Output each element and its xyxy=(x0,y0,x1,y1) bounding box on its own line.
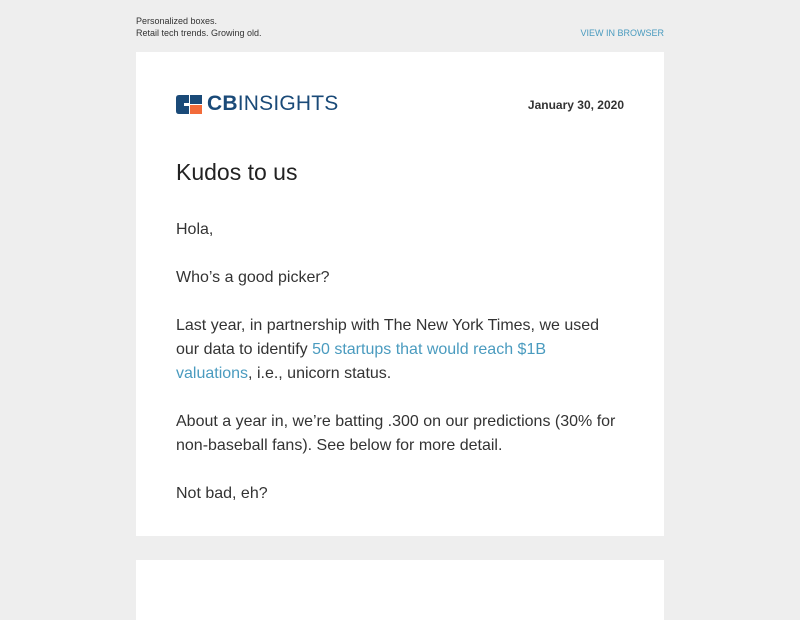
greeting-paragraph: Hola, xyxy=(176,221,214,238)
body-paragraph-1: Who’s a good picker? xyxy=(176,269,330,286)
preheader: Personalized boxes. Retail tech trends. … xyxy=(136,15,664,41)
body-paragraph-4: Not bad, eh? xyxy=(176,485,268,502)
next-section-card xyxy=(136,560,664,620)
cb-insights-logo-icon xyxy=(176,94,202,114)
article-body: Hola, Who’s a good picker? Last year, in… xyxy=(176,218,624,530)
preheader-text: Personalized boxes. Retail tech trends. … xyxy=(136,15,262,39)
email-card: CBINSIGHTS January 30, 2020 Kudos to us … xyxy=(136,52,664,536)
preheader-line-2: Retail tech trends. Growing old. xyxy=(136,28,262,38)
body-paragraph-3: About a year in, we’re batting .300 on o… xyxy=(176,413,616,454)
email-date: January 30, 2020 xyxy=(527,98,624,112)
body-paragraph-2: Last year, in partnership with The New Y… xyxy=(176,314,624,386)
cb-insights-logo[interactable]: CBINSIGHTS xyxy=(176,93,339,115)
view-in-browser-link[interactable]: VIEW IN BROWSER xyxy=(580,27,664,39)
paragraph-2-text-after: , i.e., unicorn status. xyxy=(248,365,392,382)
preheader-line-1: Personalized boxes. xyxy=(136,16,218,26)
article-title: Kudos to us xyxy=(176,159,298,185)
logo-insights-text: INSIGHTS xyxy=(237,92,339,115)
logo-cb-text: CB xyxy=(207,92,238,115)
logo-wordmark: CBINSIGHTS xyxy=(207,93,339,115)
